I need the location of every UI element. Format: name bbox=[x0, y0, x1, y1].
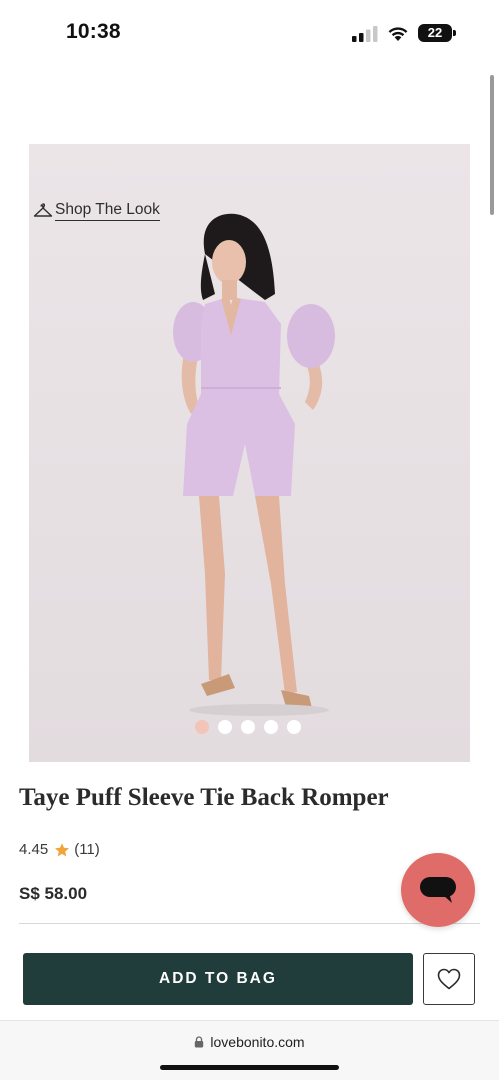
product-price: S$ 58.00 bbox=[19, 884, 88, 903]
rating-value: 4.45 bbox=[19, 841, 49, 858]
battery-icon: 22 bbox=[418, 24, 456, 42]
chat-button[interactable] bbox=[401, 853, 475, 927]
chat-bubble-icon bbox=[420, 877, 456, 903]
scrollbar[interactable] bbox=[490, 75, 494, 215]
product-title: Taye Puff Sleeve Tie Back Romper bbox=[19, 784, 389, 811]
battery-level: 22 bbox=[418, 24, 452, 42]
shop-the-look-link[interactable]: Shop The Look bbox=[33, 199, 160, 223]
cellular-signal-icon bbox=[352, 26, 378, 42]
product-image-carousel[interactable] bbox=[29, 144, 470, 762]
status-time: 10:38 bbox=[66, 20, 121, 43]
browser-url-bar[interactable]: lovebonito.com bbox=[0, 1020, 499, 1080]
carousel-dot-5[interactable] bbox=[287, 720, 301, 734]
url-text: lovebonito.com bbox=[210, 1034, 305, 1050]
hanger-icon bbox=[33, 203, 53, 217]
carousel-dot-2[interactable] bbox=[218, 720, 232, 734]
product-rating: 4.45 (11) bbox=[19, 841, 100, 858]
carousel-dot-4[interactable] bbox=[264, 720, 278, 734]
carousel-dot-1[interactable] bbox=[195, 720, 209, 734]
status-bar: 10:38 22 bbox=[0, 0, 499, 64]
wishlist-button[interactable] bbox=[423, 953, 475, 1005]
review-count-link[interactable]: (11) bbox=[74, 841, 100, 858]
shop-the-look-label: Shop The Look bbox=[55, 201, 160, 221]
wifi-icon bbox=[388, 27, 408, 41]
star-icon bbox=[55, 842, 70, 857]
lock-icon bbox=[195, 1036, 204, 1048]
divider bbox=[19, 923, 480, 924]
product-photo bbox=[29, 144, 470, 762]
add-to-bag-button[interactable]: ADD TO BAG bbox=[23, 953, 413, 1005]
home-indicator[interactable] bbox=[160, 1065, 339, 1070]
carousel-dot-3[interactable] bbox=[241, 720, 255, 734]
heart-icon bbox=[437, 968, 461, 990]
carousel-dots bbox=[195, 720, 301, 734]
